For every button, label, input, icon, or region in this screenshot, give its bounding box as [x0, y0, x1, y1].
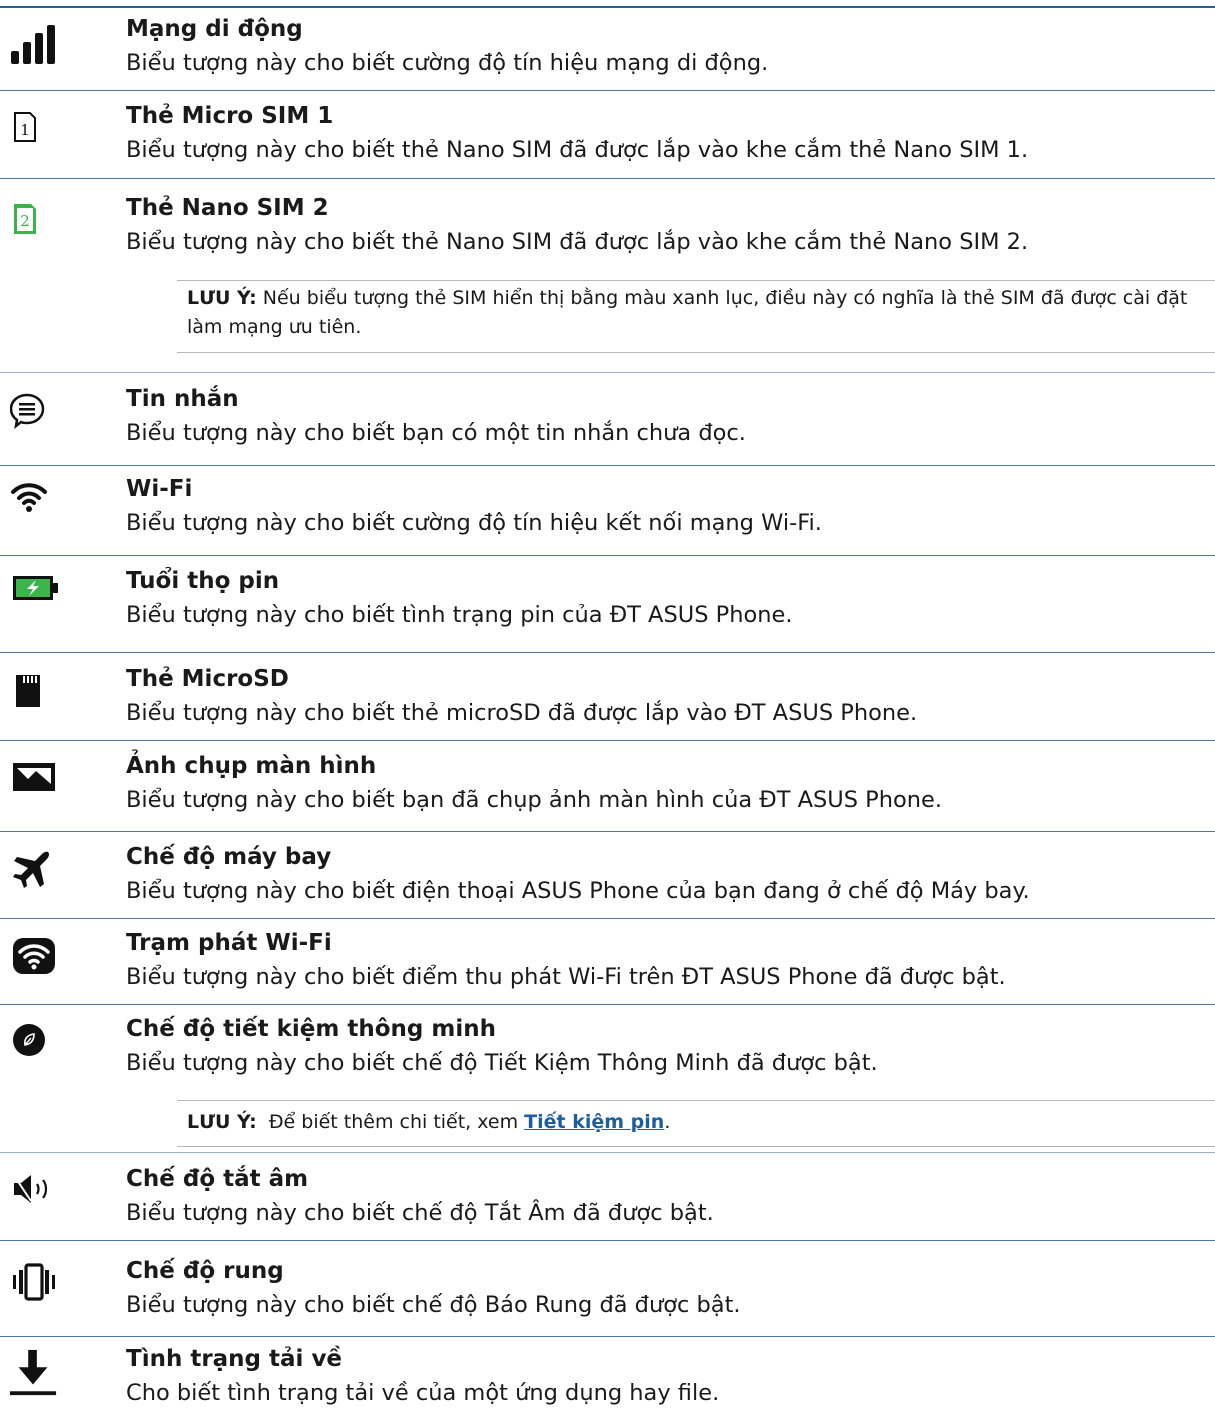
screenshot-image-icon	[12, 762, 62, 810]
microsd-card-icon	[14, 673, 64, 721]
note-separator	[177, 352, 1215, 353]
sim-1-icon: 1	[13, 112, 63, 160]
entry-title: Chế độ tắt âm	[126, 1166, 309, 1192]
message-bubble-icon	[10, 393, 60, 441]
separator	[0, 1240, 1215, 1241]
entry-title: Tin nhắn	[126, 386, 239, 412]
svg-text:1: 1	[20, 121, 30, 139]
entry-title: Tình trạng tải về	[126, 1346, 343, 1372]
entry-description: Biểu tượng này cho biết chế độ Tiết Kiệm…	[126, 1050, 878, 1076]
separator	[0, 90, 1215, 91]
note-suffix: .	[664, 1111, 671, 1133]
separator	[0, 1004, 1215, 1005]
separator	[0, 178, 1215, 179]
entry-title: Chế độ tiết kiệm thông minh	[126, 1016, 496, 1042]
separator	[0, 555, 1215, 556]
separator	[0, 831, 1215, 832]
entry-title: Chế độ rung	[126, 1258, 284, 1284]
download-arrow-icon	[8, 1347, 58, 1396]
note-separator	[177, 1100, 1215, 1101]
entry-description: Biểu tượng này cho biết chế độ Báo Rung …	[126, 1292, 741, 1318]
entry-title: Thẻ Nano SIM 2	[126, 195, 329, 221]
entry-description: Biểu tượng này cho biết thẻ Nano SIM đã …	[126, 137, 1029, 163]
separator	[0, 740, 1215, 741]
entry-title: Wi-Fi	[126, 476, 193, 502]
wifi-icon	[10, 481, 60, 529]
entry-title: Thẻ Micro SIM 1	[126, 103, 334, 129]
entry-title: Thẻ MicroSD	[126, 666, 289, 692]
entry-title: Chế độ máy bay	[126, 844, 332, 870]
note-sim-preference: LƯU Ý: Nếu biểu tượng thẻ SIM hiển thị b…	[187, 284, 1202, 342]
battery-charging-icon	[12, 575, 62, 623]
separator	[0, 918, 1215, 919]
signal-bars-icon	[10, 25, 60, 73]
entry-description: Biểu tượng này cho biết chế độ Tắt Âm đã…	[126, 1200, 714, 1226]
separator	[0, 1336, 1215, 1337]
battery-saving-link[interactable]: Tiết kiệm pin	[524, 1111, 664, 1133]
note-separator	[177, 1146, 1215, 1147]
entry-title: Tuổi thọ pin	[126, 568, 280, 594]
separator	[0, 465, 1215, 466]
entry-description: Biểu tượng này cho biết cường độ tín hiệ…	[126, 50, 769, 76]
entry-description: Biểu tượng này cho biết bạn đã chụp ảnh …	[126, 787, 943, 813]
note-separator	[177, 280, 1215, 281]
vibrate-phone-icon	[12, 1263, 62, 1311]
top-rule	[0, 6, 1215, 8]
entry-description: Biểu tượng này cho biết cường độ tín hiệ…	[126, 510, 822, 536]
wifi-hotspot-icon	[12, 937, 62, 985]
svg-text:2: 2	[20, 212, 30, 230]
entry-description: Biểu tượng này cho biết tình trạng pin c…	[126, 602, 793, 628]
note-text: Để biết thêm chi tiết, xem	[256, 1111, 525, 1133]
entry-description: Biểu tượng này cho biết thẻ Nano SIM đã …	[126, 229, 1029, 255]
sim-2-icon: 2	[13, 204, 63, 252]
speaker-muted-icon	[12, 1173, 62, 1221]
entry-description: Biểu tượng này cho biết điện thoại ASUS …	[126, 878, 1030, 904]
entry-title: Ảnh chụp màn hình	[126, 753, 377, 779]
entry-description: Biểu tượng này cho biết thẻ microSD đã đ…	[126, 700, 918, 726]
entry-description: Biểu tượng này cho biết điểm thu phát Wi…	[126, 964, 1006, 990]
airplane-icon	[12, 849, 62, 897]
entry-title: Mạng di động	[126, 16, 303, 42]
note-battery-saving: LƯU Ý: Để biết thêm chi tiết, xem Tiết k…	[187, 1108, 1202, 1137]
note-label: LƯU Ý:	[187, 1111, 257, 1133]
separator	[0, 1152, 1215, 1153]
separator	[0, 652, 1215, 653]
note-label: LƯU Ý:	[187, 287, 257, 309]
entry-description: Biểu tượng này cho biết bạn có một tin n…	[126, 420, 746, 446]
separator	[0, 372, 1215, 373]
entry-description: Cho biết tình trạng tải về của một ứng d…	[126, 1380, 720, 1406]
note-text: Nếu biểu tượng thẻ SIM hiển thị bằng màu…	[187, 287, 1188, 338]
entry-title: Trạm phát Wi-Fi	[126, 930, 332, 956]
smart-saving-leaf-icon	[12, 1023, 62, 1071]
